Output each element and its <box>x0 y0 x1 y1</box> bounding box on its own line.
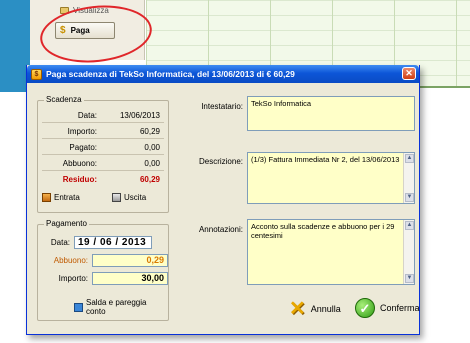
scadenza-residuo-value: 60,29 <box>139 174 160 184</box>
pagamento-abbuono-field[interactable]: 0,29 <box>92 253 168 267</box>
salda-label: Salda e pareggia conto <box>85 298 147 316</box>
divider <box>42 170 164 171</box>
intestatario-value: TekSo Informatica <box>251 99 312 108</box>
uscita-radio[interactable]: Uscita <box>112 193 146 202</box>
entrata-icon <box>42 193 51 202</box>
conferma-label: Conferma <box>380 303 420 313</box>
annulla-label: Annulla <box>310 304 341 314</box>
scroll-up-icon[interactable]: ▲ <box>405 221 414 230</box>
annotazioni-value: Acconto sulla scadenze e abbuono per i 2… <box>251 222 395 240</box>
uscita-icon <box>112 193 121 202</box>
pagamento-data-label: Data: <box>50 237 70 247</box>
scadenza-row-abbuono: Abbuono: 0,00 <box>42 157 164 169</box>
entrata-radio[interactable]: Entrata <box>42 193 80 202</box>
pagamento-importo-label: Importo: <box>58 273 88 283</box>
scadenza-data-value: 13/06/2013 <box>119 110 160 120</box>
annotazioni-scrollbar[interactable]: ▲ ▼ <box>403 220 414 284</box>
cancel-icon: ✕ <box>289 298 306 320</box>
pagamento-legend: Pagamento <box>44 219 89 228</box>
scadenza-residuo-label: Residuo: <box>62 174 97 184</box>
uscita-label: Uscita <box>124 193 147 202</box>
descrizione-value: (1/3) Fattura Immediata Nr 2, del 13/06/… <box>251 155 400 164</box>
descrizione-field[interactable]: (1/3) Fattura Immediata Nr 2, del 13/06/… <box>247 152 415 204</box>
pagamento-group: Pagamento Data: 19 / 06 / 2013 Abbuono: … <box>37 219 169 321</box>
pagamento-importo-row: Importo: 30,00 <box>42 271 168 285</box>
checkmark-icon: ✓ <box>355 298 375 318</box>
scadenza-row-pagato: Pagato: 0,00 <box>42 141 164 153</box>
pagamento-abbuono-label: Abbuono: <box>53 255 88 265</box>
pagamento-date-field[interactable]: 19 / 06 / 2013 <box>74 235 152 249</box>
entrata-label: Entrata <box>54 193 80 202</box>
pagamento-importo-field[interactable]: 30,00 <box>92 271 168 285</box>
annulla-button[interactable]: ✕ Annulla <box>289 299 341 319</box>
intestatario-field[interactable]: TekSo Informatica <box>247 96 415 131</box>
scadenza-row-residuo: Residuo: 60,29 <box>42 173 164 185</box>
scadenza-group: Scadenza Data: 13/06/2013 Importo: 60,29… <box>37 95 169 213</box>
divider <box>42 138 164 139</box>
scadenza-abbuono-label: Abbuono: <box>62 158 97 168</box>
dialog-titlebar[interactable]: $ Paga scadenza di TekSo Informatica, de… <box>27 65 419 83</box>
scroll-up-icon[interactable]: ▲ <box>405 154 414 163</box>
salda-checkbox[interactable]: Salda e pareggia conto <box>74 298 168 316</box>
divider <box>42 154 164 155</box>
scadenza-importo-label: Importo: <box>67 126 97 136</box>
divider <box>42 122 164 123</box>
pagamento-abbuono-row: Abbuono: 0,29 <box>42 253 168 267</box>
close-button[interactable]: ✕ <box>402 67 416 80</box>
scadenza-abbuono-value: 0,00 <box>144 158 160 168</box>
pagamento-data-row: Data: 19 / 06 / 2013 <box>42 235 152 249</box>
intestatario-label: Intestatario: <box>201 102 243 111</box>
descrizione-scrollbar[interactable]: ▲ ▼ <box>403 153 414 203</box>
app-icon: $ <box>31 68 42 80</box>
checkbox-icon <box>74 302 83 312</box>
scroll-down-icon[interactable]: ▼ <box>405 193 414 202</box>
annotazioni-label: Annotazioni: <box>198 225 243 234</box>
annotazioni-field[interactable]: Acconto sulla scadenze e abbuono per i 2… <box>247 219 415 285</box>
scadenza-row-importo: Importo: 60,29 <box>42 125 164 137</box>
descrizione-label: Descrizione: <box>198 157 243 166</box>
pay-dialog: $ Paga scadenza di TekSo Informatica, de… <box>26 65 420 335</box>
scadenza-pagato-value: 0,00 <box>144 142 160 152</box>
scadenza-importo-value: 60,29 <box>139 126 160 136</box>
dialog-title: Paga scadenza di TekSo Informatica, del … <box>46 69 295 79</box>
conferma-button[interactable]: ✓ Conferma <box>355 298 420 318</box>
scadenza-row-data: Data: 13/06/2013 <box>42 109 164 121</box>
scadenza-pagato-label: Pagato: <box>69 142 97 152</box>
scadenza-legend: Scadenza <box>44 95 84 104</box>
scroll-down-icon[interactable]: ▼ <box>405 274 414 283</box>
scadenza-data-label: Data: <box>77 110 97 120</box>
